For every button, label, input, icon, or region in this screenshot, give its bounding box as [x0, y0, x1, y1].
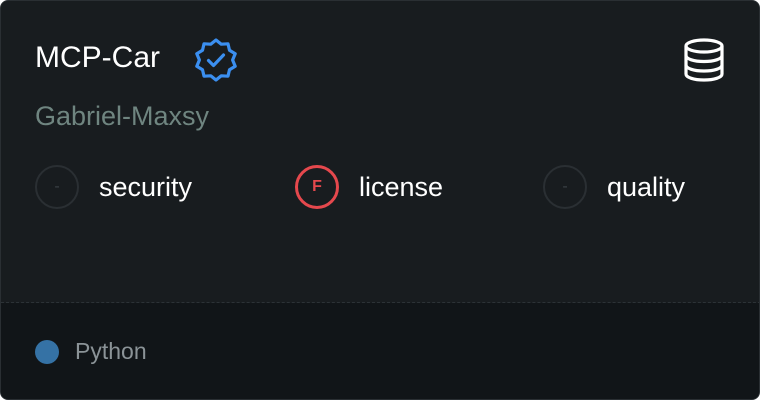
metric-quality: - quality: [543, 165, 743, 213]
quality-label: quality: [607, 172, 686, 202]
language-label: Python: [75, 338, 147, 364]
security-label: security: [99, 172, 193, 202]
card-footer: Python: [1, 303, 759, 399]
language-color-dot: [35, 340, 59, 364]
quality-grade-badge: -: [543, 165, 587, 209]
database-icon: [684, 38, 724, 82]
server-title[interactable]: MCP-Car: [35, 38, 160, 78]
metric-license: F license: [295, 165, 495, 213]
license-label: license: [359, 172, 444, 202]
license-grade-badge: F: [295, 165, 339, 209]
author-name[interactable]: Gabriel-Maxsy: [35, 98, 209, 134]
verified-badge-icon: [195, 38, 237, 82]
security-grade-badge: -: [35, 165, 79, 209]
metric-security: - security: [35, 165, 235, 213]
server-card[interactable]: MCP-Car Gabriel-Maxsy - security F licen…: [0, 0, 760, 400]
